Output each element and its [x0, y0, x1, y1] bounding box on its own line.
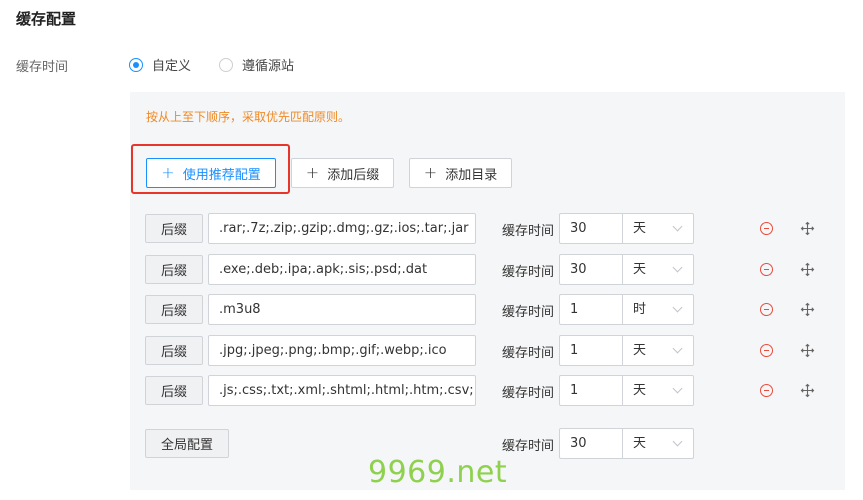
rule-row: 后缀 .m3u8 缓存时间 1 时 — [0, 294, 863, 326]
rule-type-button[interactable]: 后缀 — [145, 214, 203, 243]
priority-tip: 按从上至下顺序，采取优先匹配原则。 — [146, 110, 351, 124]
add-directory-button[interactable]: + 添加目录 — [409, 158, 512, 188]
rule-type-button[interactable]: 后缀 — [145, 376, 203, 405]
rule-pattern-input[interactable]: .jpg;.jpeg;.png;.bmp;.gif;.webp;.ico — [208, 335, 476, 366]
rule-row: 后缀 .js;.css;.txt;.xml;.shtml;.html;.htm;… — [0, 375, 863, 407]
remove-rule-icon[interactable] — [760, 344, 773, 357]
rule-cache-unit-value: 天 — [633, 221, 647, 236]
rule-type-button[interactable]: 后缀 — [145, 336, 203, 365]
chevron-down-icon — [672, 221, 683, 232]
rule-row: 后缀 .exe;.deb;.ipa;.apk;.sis;.psd;.dat 缓存… — [0, 254, 863, 286]
move-icon[interactable] — [800, 221, 815, 236]
rule-cache-unit-select[interactable]: 天 — [622, 335, 694, 366]
rule-cache-time-label: 缓存时间 — [502, 346, 555, 361]
global-cache-unit-select[interactable]: 天 — [622, 428, 694, 459]
radio-custom[interactable]: 自定义 — [129, 55, 191, 74]
rule-cache-unit-value: 天 — [633, 343, 647, 358]
radio-follow-origin[interactable]: 遵循源站 — [219, 55, 294, 74]
radio-follow-origin-label: 遵循源站 — [242, 59, 295, 74]
plus-icon: + — [423, 163, 438, 182]
watermark: 9969.net — [368, 455, 508, 490]
remove-rule-icon[interactable] — [760, 384, 773, 397]
global-cache-unit-value: 天 — [633, 436, 647, 451]
move-icon[interactable] — [800, 302, 815, 317]
radio-custom-label: 自定义 — [152, 59, 192, 74]
rule-cache-value-input[interactable]: 30 — [559, 213, 623, 244]
rule-cache-value-input[interactable]: 1 — [559, 294, 623, 325]
rule-cache-time-label: 缓存时间 — [502, 265, 555, 280]
remove-rule-icon[interactable] — [760, 222, 773, 235]
add-suffix-label: 添加后缀 — [327, 167, 380, 183]
rule-cache-time-label: 缓存时间 — [502, 386, 555, 401]
rule-pattern-input[interactable]: .m3u8 — [208, 294, 476, 325]
rule-pattern-input[interactable]: .rar;.7z;.zip;.gzip;.dmg;.gz;.ios;.tar;.… — [208, 213, 476, 244]
rule-cache-value-input[interactable]: 1 — [559, 375, 623, 406]
rule-cache-time-label: 缓存时间 — [502, 305, 555, 320]
chevron-down-icon — [672, 383, 683, 394]
rule-row: 后缀 .jpg;.jpeg;.png;.bmp;.gif;.webp;.ico … — [0, 335, 863, 367]
rule-pattern-input[interactable]: .js;.css;.txt;.xml;.shtml;.html;.htm;.cs… — [208, 375, 476, 406]
rule-cache-value-input[interactable]: 1 — [559, 335, 623, 366]
cache-mode-radio-group: 自定义 遵循源站 — [129, 55, 322, 74]
chevron-down-icon — [672, 436, 683, 447]
move-icon[interactable] — [800, 383, 815, 398]
rule-cache-unit-select[interactable]: 天 — [622, 375, 694, 406]
chevron-down-icon — [672, 302, 683, 313]
rule-cache-unit-value: 天 — [633, 383, 647, 398]
rule-cache-unit-select[interactable]: 时 — [622, 294, 694, 325]
rule-type-button[interactable]: 后缀 — [145, 255, 203, 284]
add-suffix-button[interactable]: + 添加后缀 — [291, 158, 394, 188]
rule-pattern-input[interactable]: .exe;.deb;.ipa;.apk;.sis;.psd;.dat — [208, 254, 476, 285]
rule-type-button[interactable]: 后缀 — [145, 295, 203, 324]
remove-rule-icon[interactable] — [760, 303, 773, 316]
plus-icon: + — [161, 163, 175, 182]
cache-time-field-label: 缓存时间 — [16, 60, 69, 75]
use-recommended-config-button[interactable]: + 使用推荐配置 — [146, 158, 276, 188]
global-cache-time-label: 缓存时间 — [502, 439, 555, 454]
rule-cache-value-input[interactable]: 30 — [559, 254, 623, 285]
chevron-down-icon — [672, 343, 683, 354]
chevron-down-icon — [672, 262, 683, 273]
use-recommended-config-label: 使用推荐配置 — [182, 167, 261, 183]
radio-custom-dot[interactable] — [129, 57, 143, 72]
rule-cache-unit-value: 时 — [633, 302, 647, 317]
add-directory-label: 添加目录 — [445, 167, 498, 183]
rule-row: 后缀 .rar;.7z;.zip;.gzip;.dmg;.gz;.ios;.ta… — [0, 213, 863, 245]
rule-cache-time-label: 缓存时间 — [502, 224, 555, 239]
plus-icon: + — [305, 163, 320, 182]
rule-cache-unit-select[interactable]: 天 — [622, 213, 694, 244]
global-cache-value-input[interactable]: 30 — [559, 428, 623, 459]
radio-follow-origin-dot[interactable] — [219, 57, 234, 72]
move-icon[interactable] — [800, 262, 815, 277]
rule-cache-unit-value: 天 — [633, 262, 647, 277]
global-config-button[interactable]: 全局配置 — [145, 429, 229, 458]
move-icon[interactable] — [800, 343, 815, 358]
rule-cache-unit-select[interactable]: 天 — [622, 254, 694, 285]
remove-rule-icon[interactable] — [760, 263, 773, 276]
section-title: 缓存配置 — [16, 10, 77, 28]
